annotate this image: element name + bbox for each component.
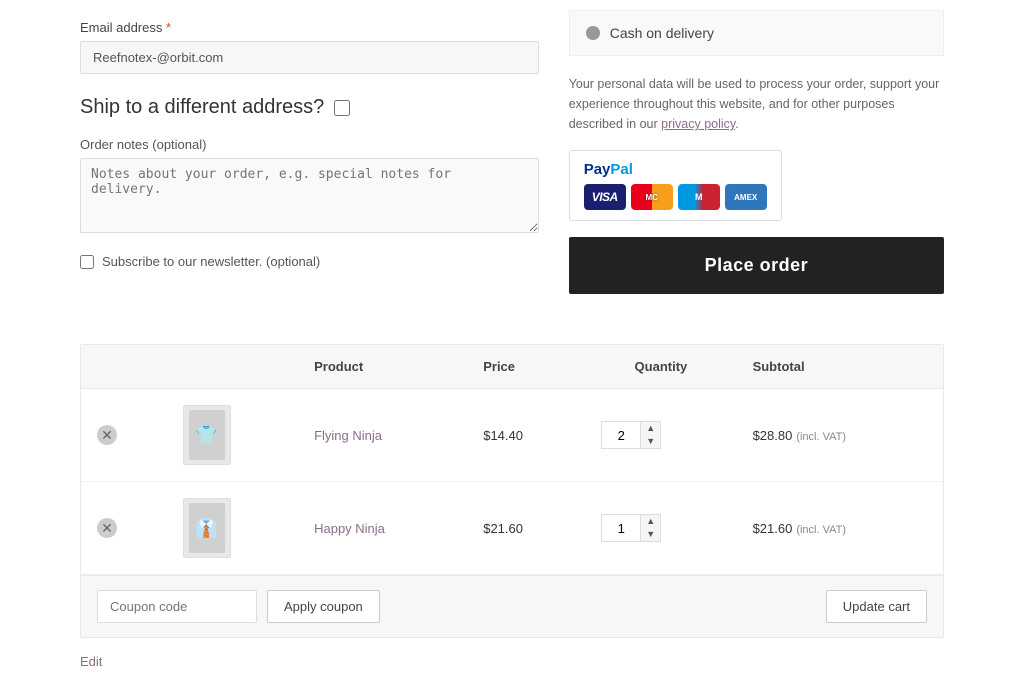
qty-down[interactable]: ▼ (641, 528, 660, 541)
product-link[interactable]: Happy Ninja (314, 521, 385, 536)
product-cell: Happy Ninja (298, 482, 467, 575)
visa-logo: VISA (584, 184, 626, 210)
radio-dot (586, 26, 600, 40)
card-logos: VISA MC M AMEX (584, 184, 767, 210)
update-cart-button[interactable]: Update cart (826, 590, 927, 623)
price-cell: $21.60 (467, 482, 585, 575)
ship-checkbox[interactable] (334, 100, 350, 116)
maestro-logo: M (678, 184, 720, 210)
edit-link[interactable]: Edit (0, 654, 1024, 669)
privacy-policy-link[interactable]: privacy policy (661, 117, 735, 131)
col-quantity: Quantity (585, 345, 736, 389)
qty-input[interactable] (602, 517, 640, 540)
ship-section: Ship to a different address? (80, 96, 539, 119)
order-notes-section: Order notes (optional) (80, 137, 539, 236)
remove-button[interactable]: ✕ (97, 425, 117, 445)
product-image: 👕 (189, 410, 225, 460)
subtotal-cell: $28.80(incl. VAT) (737, 389, 943, 482)
remove-cell: ✕ (81, 389, 167, 482)
remove-button[interactable]: ✕ (97, 518, 117, 538)
col-product: Product (298, 345, 467, 389)
cash-on-delivery-label: Cash on delivery (610, 25, 714, 41)
product-link[interactable]: Flying Ninja (314, 428, 382, 443)
price-cell: $14.40 (467, 389, 585, 482)
order-notes-label: Order notes (optional) (80, 137, 539, 152)
table-row: ✕ 👔 Happy Ninja $21.60 ▲ ▼ (81, 482, 943, 575)
remove-cell: ✕ (81, 482, 167, 575)
incl-vat: (incl. VAT) (796, 524, 846, 536)
col-remove (81, 345, 167, 389)
incl-vat: (incl. VAT) (796, 431, 846, 443)
col-price: Price (467, 345, 585, 389)
col-subtotal: Subtotal (737, 345, 943, 389)
qty-stepper: ▲ ▼ (601, 514, 661, 542)
privacy-text: Your personal data will be used to proce… (569, 74, 944, 134)
qty-cell: ▲ ▼ (585, 389, 736, 482)
product-image: 👔 (189, 503, 225, 553)
qty-cell: ▲ ▼ (585, 482, 736, 575)
apply-coupon-button[interactable]: Apply coupon (267, 590, 380, 623)
product-thumb: 👕 (183, 405, 231, 465)
qty-input[interactable] (602, 424, 640, 447)
newsletter-label: Subscribe to our newsletter. (optional) (102, 254, 320, 269)
qty-up[interactable]: ▲ (641, 515, 660, 528)
ship-title: Ship to a different address? (80, 96, 324, 119)
payment-logos: PayPal VISA MC M AMEX (569, 150, 782, 221)
shirt-icon: 👔 (189, 503, 225, 553)
subtotal-cell: $21.60(incl. VAT) (737, 482, 943, 575)
newsletter-checkbox[interactable] (80, 255, 94, 269)
qty-up[interactable]: ▲ (641, 422, 660, 435)
cart-table-wrapper: Product Price Quantity Subtotal ✕ 👕 (80, 344, 944, 638)
coupon-input[interactable] (97, 590, 257, 623)
col-image (167, 345, 299, 389)
cash-on-delivery-option[interactable]: Cash on delivery (569, 10, 944, 56)
product-cell: Flying Ninja (298, 389, 467, 482)
newsletter-row: Subscribe to our newsletter. (optional) (80, 254, 539, 269)
qty-stepper: ▲ ▼ (601, 421, 661, 449)
image-cell: 👔 (167, 482, 299, 575)
order-notes-textarea[interactable] (80, 158, 539, 233)
mastercard-logo: MC (631, 184, 673, 210)
cart-table: Product Price Quantity Subtotal ✕ 👕 (81, 345, 943, 575)
cart-header-row: Product Price Quantity Subtotal (81, 345, 943, 389)
email-label: Email address * (80, 20, 539, 35)
left-column: Email address * Ship to a different addr… (80, 10, 539, 294)
qty-down[interactable]: ▼ (641, 435, 660, 448)
shirt-icon: 👕 (189, 410, 225, 460)
table-row: ✕ 👕 Flying Ninja $14.40 ▲ ▼ (81, 389, 943, 482)
email-input[interactable] (80, 41, 539, 74)
amex-logo: AMEX (725, 184, 767, 210)
paypal-logo: PayPal (584, 161, 767, 178)
place-order-button[interactable]: Place order (569, 237, 944, 294)
cart-section: Product Price Quantity Subtotal ✕ 👕 (0, 344, 1024, 638)
email-section: Email address * (80, 20, 539, 74)
cart-actions: Apply coupon Update cart (81, 575, 943, 637)
product-thumb: 👔 (183, 498, 231, 558)
right-column: Cash on delivery Your personal data will… (569, 10, 944, 294)
image-cell: 👕 (167, 389, 299, 482)
